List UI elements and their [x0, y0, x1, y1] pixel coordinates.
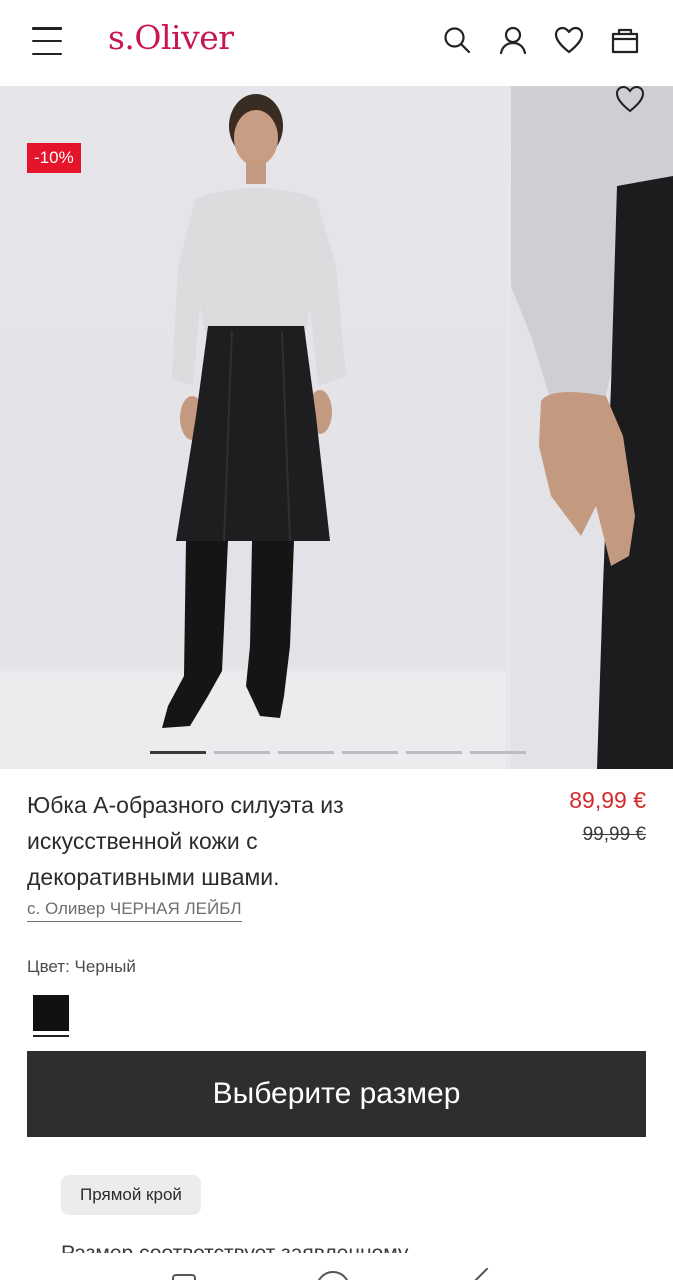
- sale-badge: -10%: [27, 143, 81, 173]
- product-image-next[interactable]: [511, 86, 673, 769]
- pagination-dot[interactable]: [406, 751, 462, 754]
- price-old: 99,99 €: [582, 824, 646, 845]
- color-swatch-black[interactable]: [33, 995, 69, 1031]
- gallery-pagination: [150, 751, 526, 754]
- brand-logo[interactable]: s.Oliver: [108, 18, 234, 57]
- account-icon[interactable]: [495, 22, 531, 58]
- wishlist-heart-icon[interactable]: [613, 86, 647, 116]
- pagination-dot[interactable]: [214, 751, 270, 754]
- brand-link[interactable]: с. Оливер ЧЕРНАЯ ЛЕЙБЛ: [27, 899, 242, 922]
- wishlist-icon[interactable]: [551, 22, 587, 58]
- header-actions: [439, 22, 643, 58]
- recent-apps-icon[interactable]: [172, 1274, 196, 1280]
- fit-chip: Прямой крой: [61, 1175, 201, 1215]
- color-label: Цвет: Черный: [27, 957, 136, 976]
- menu-icon[interactable]: [32, 27, 64, 55]
- product-gallery[interactable]: -10%: [0, 86, 673, 769]
- model-photo-detail: [511, 86, 673, 769]
- swatch-selected-indicator: [33, 1035, 69, 1037]
- system-nav-bar: [0, 1268, 673, 1280]
- pagination-dot[interactable]: [342, 751, 398, 754]
- pagination-dot[interactable]: [150, 751, 206, 754]
- product-title: Юбка А-образного силуэта из искусственно…: [27, 792, 344, 890]
- model-photo: [0, 94, 506, 769]
- home-icon[interactable]: [316, 1271, 350, 1280]
- search-icon[interactable]: [439, 22, 475, 58]
- pagination-dot[interactable]: [278, 751, 334, 754]
- top-header: s.Oliver: [0, 0, 673, 86]
- price-current: 89,99 €: [569, 787, 646, 813]
- back-icon[interactable]: [471, 1268, 503, 1280]
- bag-icon[interactable]: [607, 22, 643, 58]
- select-size-button[interactable]: Выберите размер: [27, 1051, 646, 1137]
- product-image-main[interactable]: -10%: [0, 86, 506, 769]
- fit-description: Размер соответствует заявленному: [61, 1239, 621, 1253]
- pagination-dot[interactable]: [470, 751, 526, 754]
